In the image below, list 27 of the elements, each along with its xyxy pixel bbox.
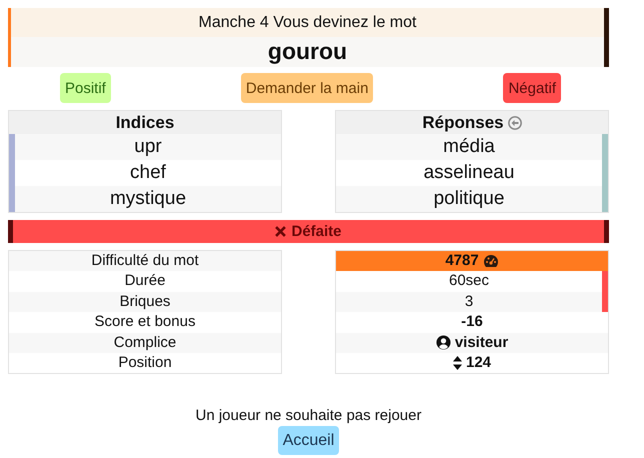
user-icon [436, 335, 451, 350]
table-cell: politique [336, 186, 602, 212]
stat-value: 3 [464, 292, 474, 312]
stat-value: 60sec [448, 271, 490, 292]
stat-value: -16 [461, 312, 483, 332]
table-header: Indices [116, 112, 174, 134]
stat-value: 124 [466, 352, 492, 373]
stat-label: Complice [9, 332, 281, 353]
vote-button[interactable]: Positif [60, 73, 111, 103]
vote-button[interactable]: Demander la main [240, 73, 374, 103]
secret-word: gourou [11, 37, 604, 67]
close-icon [275, 226, 286, 237]
stat-value: visiteur [454, 332, 508, 353]
result-label: Défaite [291, 223, 342, 240]
vote-button[interactable]: Négatif [503, 73, 561, 103]
stat-value: 4787 [445, 251, 479, 271]
table-header: Réponses [422, 112, 504, 134]
stat-label: Difficulté du mot [9, 251, 281, 272]
table-cell: média [336, 134, 602, 160]
home-button[interactable]: Accueil [278, 426, 340, 456]
stat-label: Briques [9, 292, 281, 312]
status-message: Un joueur ne souhaite pas rejouer [194, 407, 422, 424]
table-cell: upr [15, 134, 281, 160]
gauge-icon [482, 254, 499, 268]
round-title: Manche 4 Vous devinez le mot [11, 8, 604, 37]
sort-icon [452, 356, 462, 370]
table-cell: mystique [15, 186, 281, 212]
